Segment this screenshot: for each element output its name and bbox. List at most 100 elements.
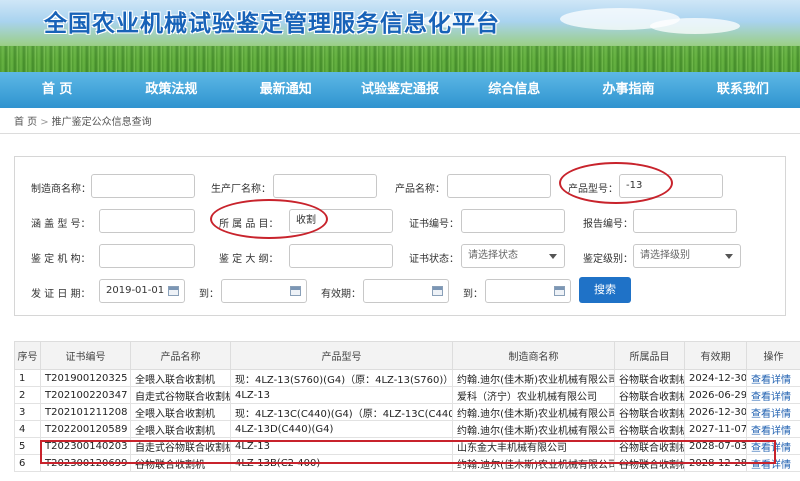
issue-date-from-value: 2019-01-01 [106, 285, 165, 296]
highlight-ring-product-model [559, 162, 673, 204]
row-product-model: 4LZ-13D(C440)(G4) [230, 420, 453, 438]
institution-input[interactable] [99, 244, 195, 268]
view-details-link[interactable]: 查看详情 [751, 375, 791, 386]
validity-label: 有效期： [321, 289, 361, 300]
cert-status-label: 证书状态： [409, 254, 459, 265]
product-name-input[interactable] [447, 174, 551, 198]
level-select[interactable]: 请选择级别 [633, 244, 741, 268]
outline-label: 鉴 定 大 纲： [219, 254, 279, 265]
table-row: 1 T201900120325 全喂入联合收割机 现：4LZ-13(S760)(… [14, 369, 800, 387]
row-category: 谷物联合收割机 [614, 369, 685, 387]
col-header-cert-no: 证书编号 [40, 341, 131, 370]
col-header-action: 操作 [746, 341, 800, 370]
nav-policies[interactable]: 政策法规 [114, 72, 228, 108]
row-manufacturer: 爱科（济宁）农业机械有限公司 [452, 386, 615, 404]
manufacturer-name-label: 制造商名称： [31, 184, 91, 195]
nav-contact-us[interactable]: 联系我们 [686, 72, 800, 108]
row-manufacturer: 约翰.迪尔(佳木斯)农业机械有限公司 [452, 420, 615, 438]
breadcrumb-current: 推广鉴定公众信息查询 [51, 117, 152, 128]
row-category: 谷物联合收割机 [614, 403, 685, 421]
col-header-no: 序号 [14, 341, 41, 370]
row-product-name: 自走式谷物联合收割机 [130, 386, 231, 404]
col-header-product-name: 产品名称 [130, 341, 231, 370]
institution-label: 鉴 定 机 构： [31, 254, 91, 265]
row-no: 5 [14, 437, 41, 455]
calendar-icon[interactable] [168, 286, 179, 296]
table-row: 4 T202200120589 全喂入联合收割机 4LZ-13D(C440)(G… [14, 420, 800, 438]
row-validity: 2024-12-30 [684, 369, 747, 387]
breadcrumb-separator: > [40, 117, 49, 128]
row-validity: 2026-06-29 [684, 386, 747, 404]
row-no: 2 [14, 386, 41, 404]
row-no: 1 [14, 369, 41, 387]
to-label: 到： [463, 289, 483, 300]
row-cert-no: T202100220347 [40, 386, 131, 404]
site-banner: 全国农业机械试验鉴定管理服务信息化平台 [0, 0, 800, 72]
main-nav: 首 页 政策法规 最新通知 试验鉴定通报 综合信息 办事指南 联系我们 [0, 72, 800, 108]
row-no: 6 [14, 454, 41, 472]
table-row: 2 T202100220347 自走式谷物联合收割机 4LZ-13 爱科（济宁）… [14, 386, 800, 404]
row-no: 3 [14, 403, 41, 421]
row-cert-no: T202200120589 [40, 420, 131, 438]
col-header-validity: 有效期 [684, 341, 747, 370]
row-product-model: 现：4LZ-13C(C440)(G4)（原：4LZ-13C(C440)） [230, 403, 453, 421]
row-product-name: 全喂入联合收割机 [130, 403, 231, 421]
highlight-box-row-5 [40, 440, 776, 464]
breadcrumb-home[interactable]: 首 页 [14, 117, 37, 128]
coverage-model-label: 涵 盖 型 号： [31, 219, 91, 230]
row-cert-no: T201900120325 [40, 369, 131, 387]
calendar-icon[interactable] [554, 286, 565, 296]
nav-test-bulletins[interactable]: 试验鉴定通报 [343, 72, 457, 108]
row-product-name: 全喂入联合收割机 [130, 420, 231, 438]
report-no-label: 报告编号： [583, 219, 633, 230]
coverage-model-input[interactable] [99, 209, 195, 233]
col-header-manufacturer: 制造商名称 [452, 341, 615, 370]
nav-home[interactable]: 首 页 [0, 72, 114, 108]
cert-status-select[interactable]: 请选择状态 [461, 244, 565, 268]
to-label: 到： [199, 289, 219, 300]
site-title: 全国农业机械试验鉴定管理服务信息化平台 [44, 11, 500, 37]
calendar-icon[interactable] [432, 286, 443, 296]
product-name-label: 产品名称： [395, 184, 445, 195]
row-product-model: 现：4LZ-13(S760)(G4)（原：4LZ-13(S760)） [230, 369, 453, 387]
row-cert-no: T202101211208 [40, 403, 131, 421]
cloud-decoration [650, 18, 740, 34]
cert-no-label: 证书编号： [409, 219, 459, 230]
factory-name-label: 生产厂名称： [211, 184, 271, 195]
highlight-ring-category [210, 199, 328, 239]
validity-to-input[interactable] [485, 279, 571, 303]
search-form: 制造商名称： 生产厂名称： 产品名称： 产品型号： -13 涵 盖 型 号： 所… [14, 156, 786, 316]
factory-name-input[interactable] [273, 174, 377, 198]
validity-from-input[interactable] [363, 279, 449, 303]
issue-date-from-input[interactable]: 2019-01-01 [99, 279, 185, 303]
search-button[interactable]: 搜索 [579, 277, 631, 303]
row-validity: 2027-11-07 [684, 420, 747, 438]
grass-decoration [0, 46, 800, 72]
col-header-category: 所属品目 [614, 341, 685, 370]
row-category: 谷物联合收割机 [614, 386, 685, 404]
row-manufacturer: 约翰.迪尔(佳木斯)农业机械有限公司 [452, 403, 615, 421]
report-no-input[interactable] [633, 209, 737, 233]
cert-no-input[interactable] [461, 209, 565, 233]
row-validity: 2026-12-30 [684, 403, 747, 421]
row-manufacturer: 约翰.迪尔(佳木斯)农业机械有限公司 [452, 369, 615, 387]
manufacturer-name-input[interactable] [91, 174, 195, 198]
table-row: 3 T202101211208 全喂入联合收割机 现：4LZ-13C(C440)… [14, 403, 800, 421]
row-category: 谷物联合收割机 [614, 420, 685, 438]
view-details-link[interactable]: 查看详情 [751, 426, 791, 437]
breadcrumb: 首 页 > 推广鉴定公众信息查询 [0, 112, 800, 134]
row-product-name: 全喂入联合收割机 [130, 369, 231, 387]
outline-input[interactable] [289, 244, 393, 268]
row-no: 4 [14, 420, 41, 438]
level-label: 鉴定级别： [583, 254, 633, 265]
calendar-icon[interactable] [290, 286, 301, 296]
view-details-link[interactable]: 查看详情 [751, 409, 791, 420]
issue-date-label: 发 证 日 期： [31, 289, 91, 300]
nav-general-info[interactable]: 综合信息 [457, 72, 571, 108]
nav-latest-notices[interactable]: 最新通知 [229, 72, 343, 108]
view-details-link[interactable]: 查看详情 [751, 392, 791, 403]
nav-service-guide[interactable]: 办事指南 [571, 72, 685, 108]
row-product-model: 4LZ-13 [230, 386, 453, 404]
col-header-product-model: 产品型号 [230, 341, 453, 370]
issue-date-to-input[interactable] [221, 279, 307, 303]
